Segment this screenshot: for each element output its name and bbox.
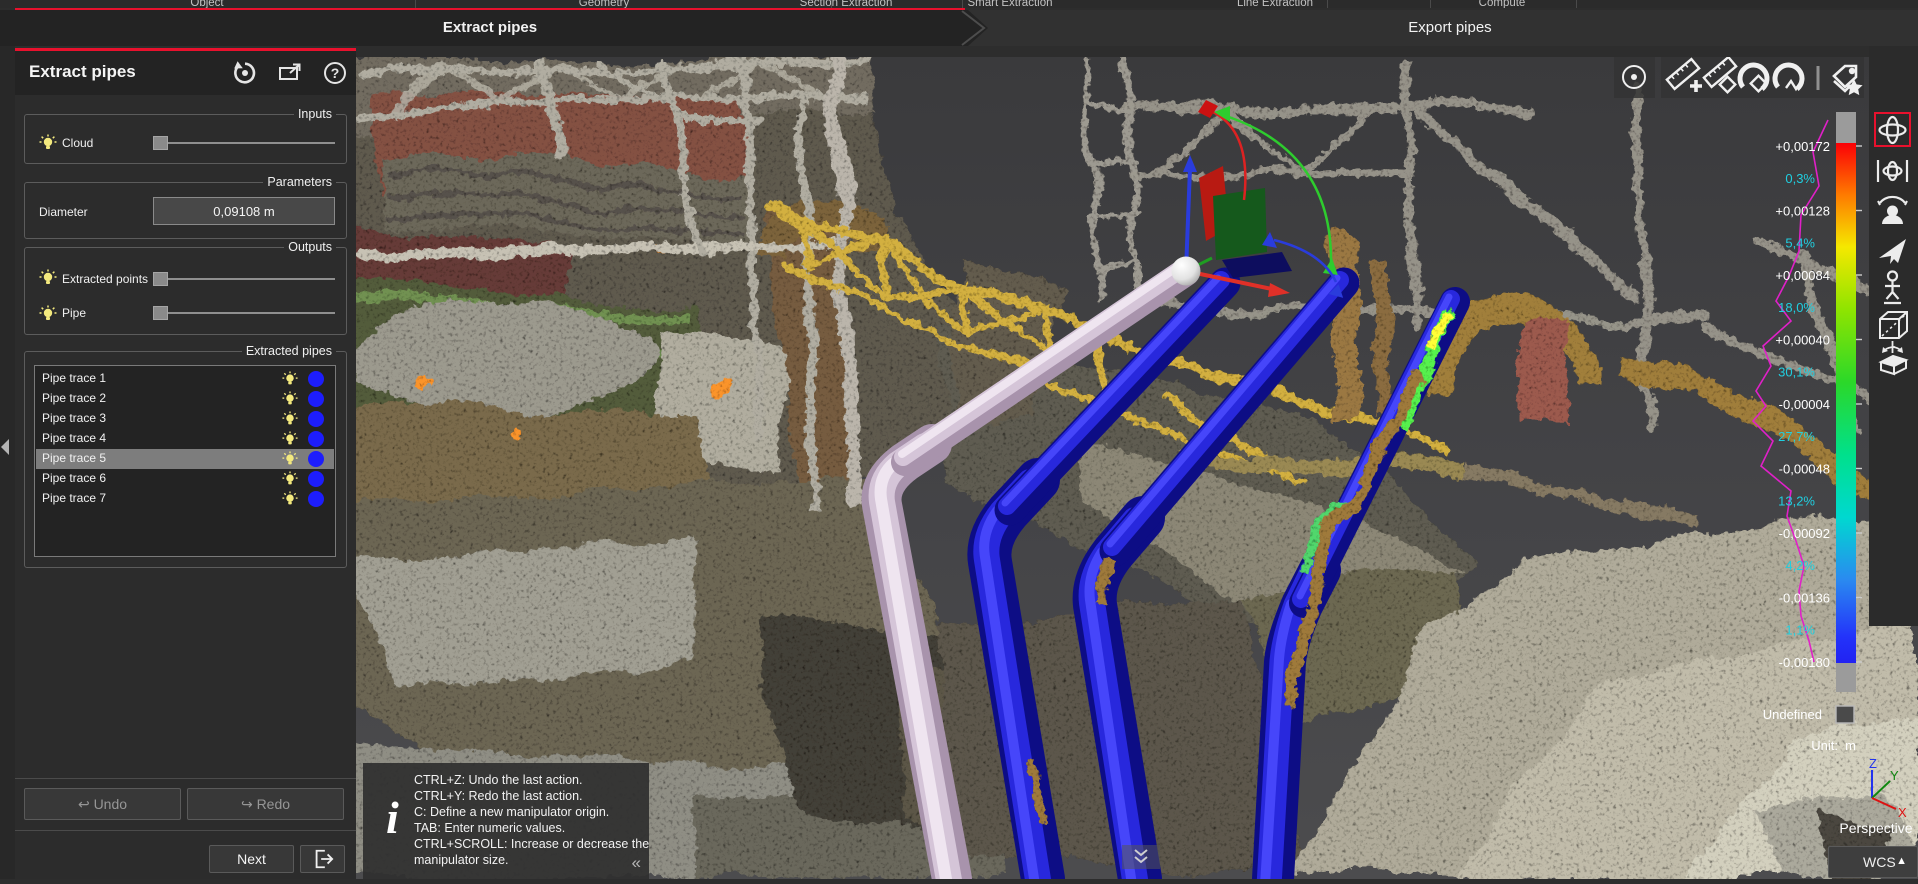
svg-text:0,3%: 0,3%: [1785, 171, 1815, 186]
svg-text:Perspective: Perspective: [1839, 820, 1912, 836]
svg-text:+0,00128: +0,00128: [1775, 204, 1830, 219]
svg-text:Unit: m: Unit: m: [1811, 738, 1856, 753]
svg-text:4,2%: 4,2%: [1785, 558, 1815, 573]
svg-text:-0,00180: -0,00180: [1779, 655, 1830, 670]
svg-text:5,4%: 5,4%: [1785, 236, 1815, 251]
svg-text:-0,00048: -0,00048: [1779, 462, 1830, 477]
svg-text:+0,00172: +0,00172: [1775, 139, 1830, 154]
svg-text:27,7%: 27,7%: [1778, 429, 1815, 444]
svg-text:Y: Y: [1890, 768, 1899, 783]
svg-text:-0,00136: -0,00136: [1779, 591, 1830, 606]
svg-text:X: X: [1898, 805, 1907, 820]
svg-text:+0,00084: +0,00084: [1775, 268, 1830, 283]
svg-text:18,0%: 18,0%: [1778, 300, 1815, 315]
svg-text:Undefined: Undefined: [1763, 707, 1822, 722]
svg-text:13,2%: 13,2%: [1778, 494, 1815, 509]
svg-text:30,1%: 30,1%: [1778, 365, 1815, 380]
svg-text:Z: Z: [1869, 756, 1877, 771]
svg-text:-0,00092: -0,00092: [1779, 526, 1830, 541]
svg-text:?: ?: [331, 65, 340, 81]
svg-text:1,1%: 1,1%: [1785, 623, 1815, 638]
svg-text:+0,00040: +0,00040: [1775, 333, 1830, 348]
svg-text:-0,00004: -0,00004: [1779, 397, 1830, 412]
